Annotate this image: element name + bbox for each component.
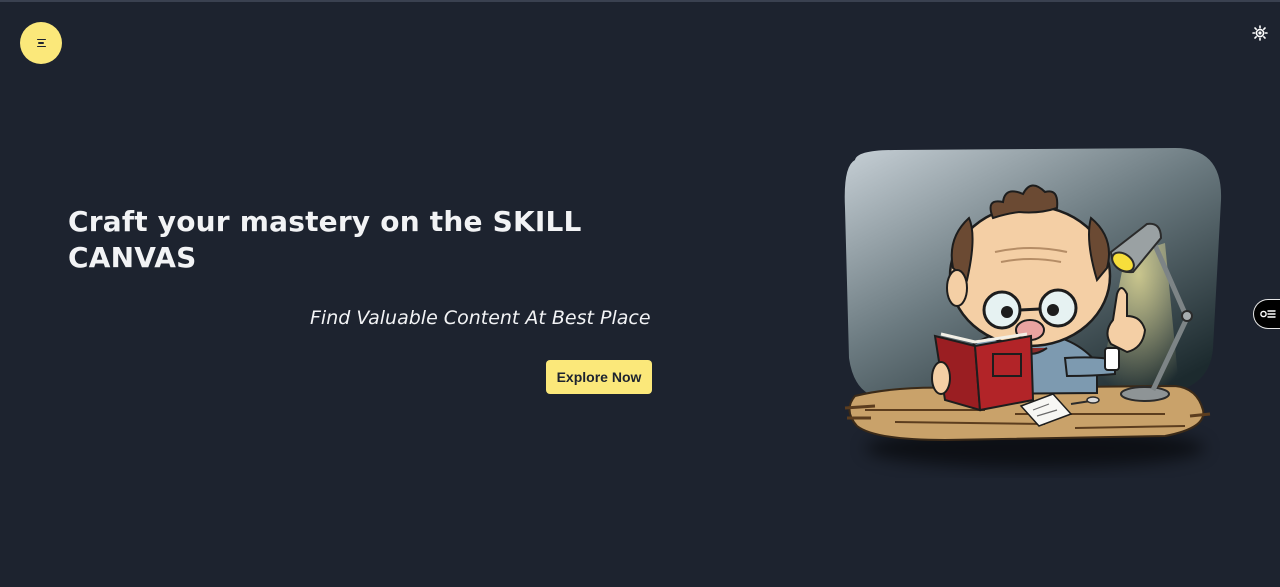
top-border [0,0,1280,2]
reading-man-illustration [844,148,1222,468]
menu-button[interactable] [20,22,62,64]
menu-icon [36,38,46,48]
theme-toggle-button[interactable] [1249,22,1271,44]
toggle-list-icon [1260,310,1276,318]
sun-icon [1252,25,1268,41]
side-panel-toggle[interactable] [1253,299,1280,329]
hero-subtitle: Find Valuable Content At Best Place [310,307,651,329]
lamp-base [1120,386,1170,402]
explore-now-button[interactable]: Explore Now [546,360,652,394]
hero-title: Craft your mastery on the SKILL CANVAS [68,205,582,274]
